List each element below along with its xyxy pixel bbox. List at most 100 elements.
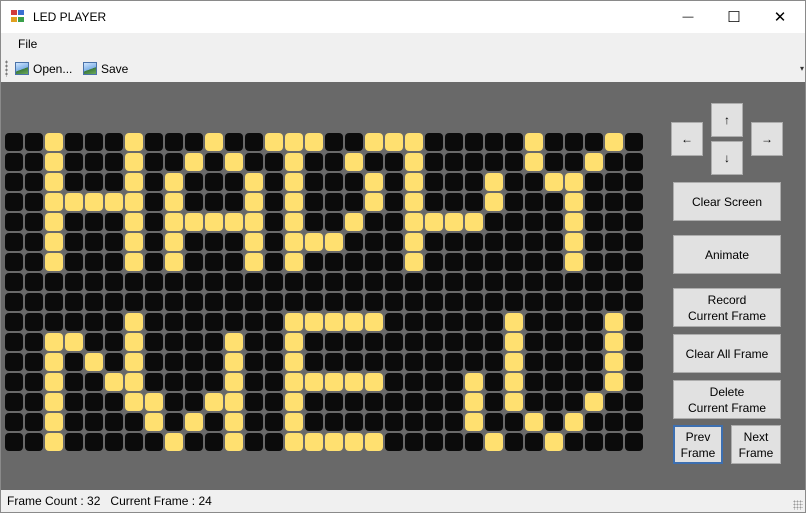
led-cell[interactable] — [85, 213, 103, 231]
led-cell[interactable] — [325, 393, 343, 411]
led-cell[interactable] — [125, 273, 143, 291]
led-cell[interactable] — [605, 293, 623, 311]
led-cell[interactable] — [245, 333, 263, 351]
maximize-button[interactable]: ☐ — [711, 1, 757, 33]
led-cell[interactable] — [605, 333, 623, 351]
led-cell[interactable] — [345, 393, 363, 411]
led-cell[interactable] — [265, 333, 283, 351]
shift-right-button[interactable]: → — [751, 122, 783, 156]
led-cell[interactable] — [165, 173, 183, 191]
led-cell[interactable] — [45, 273, 63, 291]
led-cell[interactable] — [265, 233, 283, 251]
led-cell[interactable] — [265, 353, 283, 371]
led-cell[interactable] — [525, 313, 543, 331]
led-cell[interactable] — [485, 153, 503, 171]
led-cell[interactable] — [505, 313, 523, 331]
led-cell[interactable] — [5, 253, 23, 271]
led-cell[interactable] — [585, 253, 603, 271]
clear-all-frame-button[interactable]: Clear All Frame — [673, 334, 781, 373]
led-cell[interactable] — [545, 233, 563, 251]
led-cell[interactable] — [505, 393, 523, 411]
led-cell[interactable] — [305, 433, 323, 451]
led-cell[interactable] — [525, 433, 543, 451]
led-cell[interactable] — [185, 293, 203, 311]
led-cell[interactable] — [445, 213, 463, 231]
led-cell[interactable] — [385, 353, 403, 371]
led-cell[interactable] — [485, 173, 503, 191]
led-cell[interactable] — [5, 313, 23, 331]
led-cell[interactable] — [5, 213, 23, 231]
led-cell[interactable] — [305, 293, 323, 311]
led-cell[interactable] — [325, 273, 343, 291]
led-cell[interactable] — [385, 153, 403, 171]
led-cell[interactable] — [265, 393, 283, 411]
led-cell[interactable] — [5, 433, 23, 451]
led-cell[interactable] — [125, 293, 143, 311]
led-cell[interactable] — [105, 433, 123, 451]
led-cell[interactable] — [345, 193, 363, 211]
led-cell[interactable] — [285, 373, 303, 391]
led-cell[interactable] — [385, 173, 403, 191]
led-cell[interactable] — [65, 153, 83, 171]
led-cell[interactable] — [625, 373, 643, 391]
led-cell[interactable] — [105, 273, 123, 291]
led-cell[interactable] — [185, 373, 203, 391]
led-cell[interactable] — [5, 233, 23, 251]
led-cell[interactable] — [585, 293, 603, 311]
led-cell[interactable] — [165, 153, 183, 171]
led-cell[interactable] — [245, 193, 263, 211]
led-cell[interactable] — [525, 273, 543, 291]
led-cell[interactable] — [565, 213, 583, 231]
led-cell[interactable] — [145, 333, 163, 351]
led-cell[interactable] — [405, 373, 423, 391]
led-cell[interactable] — [45, 413, 63, 431]
toolbar-overflow-icon[interactable]: ▾ — [800, 59, 804, 78]
led-cell[interactable] — [565, 433, 583, 451]
led-cell[interactable] — [245, 133, 263, 151]
led-cell[interactable] — [305, 373, 323, 391]
led-cell[interactable] — [265, 173, 283, 191]
led-cell[interactable] — [165, 433, 183, 451]
led-cell[interactable] — [445, 293, 463, 311]
led-cell[interactable] — [365, 233, 383, 251]
led-cell[interactable] — [325, 173, 343, 191]
led-cell[interactable] — [325, 413, 343, 431]
led-cell[interactable] — [65, 433, 83, 451]
led-cell[interactable] — [625, 193, 643, 211]
led-cell[interactable] — [285, 433, 303, 451]
led-cell[interactable] — [305, 193, 323, 211]
led-cell[interactable] — [565, 293, 583, 311]
led-cell[interactable] — [125, 393, 143, 411]
led-cell[interactable] — [405, 313, 423, 331]
led-cell[interactable] — [125, 213, 143, 231]
led-cell[interactable] — [145, 253, 163, 271]
led-cell[interactable] — [425, 433, 443, 451]
led-cell[interactable] — [285, 293, 303, 311]
led-cell[interactable] — [225, 273, 243, 291]
led-cell[interactable] — [385, 433, 403, 451]
led-cell[interactable] — [45, 293, 63, 311]
led-cell[interactable] — [585, 433, 603, 451]
led-cell[interactable] — [605, 173, 623, 191]
led-cell[interactable] — [285, 133, 303, 151]
led-cell[interactable] — [185, 153, 203, 171]
led-cell[interactable] — [25, 393, 43, 411]
led-cell[interactable] — [25, 213, 43, 231]
led-cell[interactable] — [205, 133, 223, 151]
led-cell[interactable] — [25, 413, 43, 431]
led-cell[interactable] — [605, 313, 623, 331]
led-cell[interactable] — [65, 293, 83, 311]
led-cell[interactable] — [325, 433, 343, 451]
led-cell[interactable] — [365, 273, 383, 291]
led-cell[interactable] — [545, 373, 563, 391]
led-cell[interactable] — [105, 413, 123, 431]
led-cell[interactable] — [145, 353, 163, 371]
led-cell[interactable] — [225, 193, 243, 211]
led-cell[interactable] — [505, 173, 523, 191]
led-cell[interactable] — [165, 413, 183, 431]
led-cell[interactable] — [245, 373, 263, 391]
led-cell[interactable] — [465, 313, 483, 331]
led-cell[interactable] — [205, 413, 223, 431]
led-cell[interactable] — [105, 193, 123, 211]
delete-current-frame-button[interactable]: Delete Current Frame — [673, 380, 781, 419]
